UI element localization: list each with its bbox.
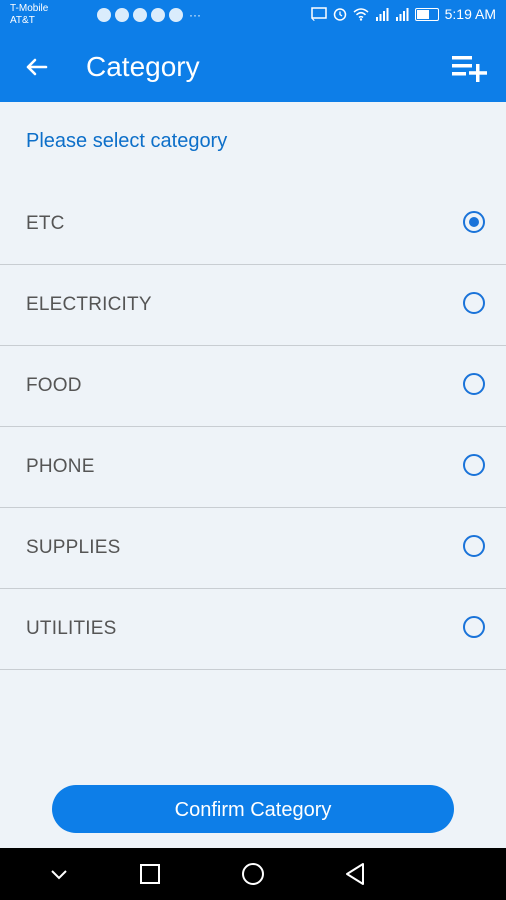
category-item-etc[interactable]: ETC: [0, 184, 506, 265]
radio-button[interactable]: [463, 292, 485, 314]
recent-apps-icon[interactable]: [136, 860, 164, 888]
whatsapp-icon: [151, 8, 165, 22]
category-item-supplies[interactable]: SUPPLIES: [0, 508, 506, 589]
radio-button-selected[interactable]: [463, 211, 485, 233]
back-triangle-icon[interactable]: [341, 860, 369, 888]
page-title: Category: [86, 51, 200, 82]
notification-icons: ···: [97, 8, 201, 22]
add-to-list-icon[interactable]: [450, 52, 490, 84]
carrier-2: AT&T: [10, 15, 35, 26]
radio-button[interactable]: [463, 373, 485, 395]
category-label: ELECTRICITY: [26, 294, 152, 315]
battery-icon: [414, 7, 439, 21]
category-label: ETC: [26, 213, 65, 234]
status-bar: T-Mobile AT&T ··· 5:19 AM: [0, 0, 506, 32]
skype-icon: [133, 8, 147, 22]
viber-icon: [169, 8, 183, 22]
category-label: PHONE: [26, 456, 95, 477]
radio-button[interactable]: [463, 535, 485, 557]
signal-icon-1: [375, 7, 389, 21]
category-list: ETC ELECTRICITY FOOD PHONE SUPPLIES UTIL…: [0, 184, 506, 670]
category-label: FOOD: [26, 375, 82, 396]
confirm-category-button[interactable]: Confirm Category: [52, 785, 454, 833]
chevron-down-icon[interactable]: [45, 860, 73, 888]
category-item-utilities[interactable]: UTILITIES: [0, 589, 506, 670]
app-bar: Category: [0, 32, 506, 102]
system-icons: 5:19 AM: [310, 6, 496, 22]
more-notifications-icon: ···: [189, 8, 201, 22]
system-navigation-bar: [0, 848, 506, 900]
category-item-electricity[interactable]: ELECTRICITY: [0, 265, 506, 346]
category-label: UTILITIES: [26, 618, 117, 639]
category-label: SUPPLIES: [26, 537, 121, 558]
youtube-icon: [115, 8, 129, 22]
back-arrow-icon[interactable]: [22, 52, 52, 82]
carrier-info: T-Mobile AT&T: [10, 3, 48, 27]
select-category-prompt: Please select category: [26, 130, 228, 152]
cast-icon: [310, 7, 327, 21]
carrier-1: T-Mobile: [10, 3, 49, 14]
signal-icon-2: [395, 7, 409, 21]
radio-button[interactable]: [463, 616, 485, 638]
alarm-icon: [333, 8, 346, 21]
category-item-phone[interactable]: PHONE: [0, 427, 506, 508]
radio-button[interactable]: [463, 454, 485, 476]
home-icon[interactable]: [239, 860, 267, 888]
status-time: 5:19 AM: [444, 6, 496, 22]
app-notification-icon: [97, 8, 111, 22]
wifi-icon: [353, 7, 369, 21]
category-item-food[interactable]: FOOD: [0, 346, 506, 427]
